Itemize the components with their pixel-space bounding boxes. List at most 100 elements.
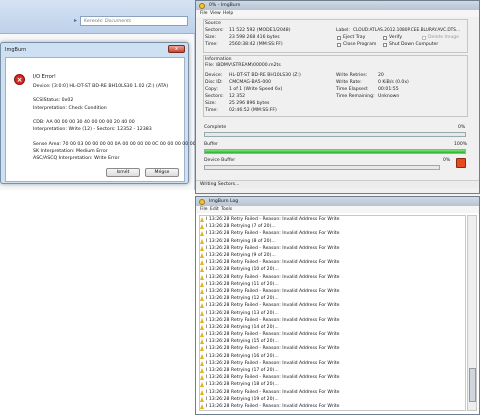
source-time: 2560:38:42 (MM:SS:FF)	[229, 42, 283, 47]
buffer-percent: 100%	[454, 142, 468, 147]
warning-icon	[200, 253, 204, 259]
menu-help[interactable]: Help	[223, 11, 233, 16]
complete-percent: 0%	[458, 125, 466, 130]
dialog-line: Interpretation: Check Condition	[33, 105, 107, 111]
info-copy: 1 of 1 (Write Speed 6x)	[229, 87, 283, 92]
warning-icon	[200, 224, 204, 230]
shutdown-checkbox[interactable]	[383, 43, 387, 47]
log-scroll-thumb[interactable]	[469, 368, 476, 402]
verify-label: Verify	[389, 35, 403, 40]
imgburn-logo-icon	[199, 198, 205, 205]
source-sectors: 11 522 592 (MODE1/2048)	[229, 28, 291, 33]
warning-icon	[200, 375, 204, 381]
write-rate-label: Write Rate:	[336, 80, 362, 85]
log-menu-file[interactable]: File	[200, 207, 208, 212]
delete-image-checkbox[interactable]	[422, 36, 426, 40]
close-button[interactable]: x	[168, 45, 185, 53]
info-size: 25 296 896 bytes	[229, 101, 270, 106]
imgburn-logo-icon	[199, 2, 205, 9]
device-buffer-progress-bar	[204, 165, 440, 170]
warning-icon	[200, 274, 204, 280]
warning-icon	[200, 346, 204, 352]
menu-file[interactable]: File	[200, 11, 208, 16]
log-row-text: I 13:26:28 Retrying (7 of 20)...	[206, 224, 276, 230]
source-sectors-label: Sectors:	[205, 28, 224, 33]
device-buffer-label: Device Buffer	[204, 158, 236, 163]
log-menu-edit[interactable]: Edit	[210, 207, 219, 212]
log-row-text: I 13:26:28 Retrying (15 of 20)...	[206, 339, 279, 345]
dialog-line: Sense Area: 70 00 03 00 00 00 00 0A 00 0…	[33, 141, 196, 147]
log-row: I 13:26:28 Retry Failed - Reason: Invali…	[200, 331, 465, 338]
explorer-toolbar: ▸ Keresés: Documents	[0, 0, 195, 34]
log-row-text: I 13:26:28 Retrying (18 of 20)...	[206, 382, 279, 388]
time-elapsed: 00:01:55	[378, 87, 399, 92]
log-row: I 13:26:28 Retry Failed - Reason: Invali…	[200, 389, 465, 396]
log-row: I 13:26:28 Retrying (8 of 20)...	[200, 238, 465, 245]
log-row-text: I 13:26:28 Retry Failed - Reason: Invali…	[206, 245, 340, 251]
warning-icon	[200, 317, 204, 323]
log-menu-bar: File Edit Tools	[196, 206, 479, 213]
dialog-body: × I/O Error! Device: [3:0:0] HL-DT-ST BD…	[5, 57, 196, 182]
log-title: ImgBurn Log	[209, 199, 239, 204]
info-header: Information	[205, 57, 232, 62]
log-menu-tools[interactable]: Tools	[221, 207, 232, 212]
time-elapsed-label: Time Elapsed:	[336, 87, 369, 92]
buffer-label: Buffer	[204, 142, 218, 147]
complete-label: Complete	[204, 125, 227, 130]
log-row: I 13:26:28 Retrying (18 of 20)...	[200, 381, 465, 388]
error-icon: ×	[14, 74, 25, 85]
log-scrollbar[interactable]	[467, 215, 477, 411]
log-row: I 13:26:28 Retry Failed - Reason: Invali…	[200, 245, 465, 252]
info-discid-label: Disc ID:	[205, 80, 223, 85]
status-text: Writing Sectors...	[200, 182, 240, 187]
info-discid: CMCMAG-BA5-000	[229, 80, 272, 85]
source-label: CLOUD:ATLAS.2012.1080P.CEE.BLURAY.AVC.DT…	[353, 28, 461, 33]
eject-tray-checkbox[interactable]	[337, 36, 341, 40]
log-row-text: I 13:26:28 Retry Failed - Reason: Invali…	[206, 274, 340, 280]
warning-icon	[200, 281, 204, 287]
verify-checkbox[interactable]	[383, 36, 387, 40]
main-titlebar: 0% - ImgBurn	[196, 1, 479, 10]
log-row: I 13:26:28 Retrying (12 of 20)...	[200, 295, 465, 302]
warning-icon	[200, 288, 204, 294]
log-row-text: I 13:26:28 Retrying (8 of 20)...	[206, 238, 276, 244]
device-buffer-percent: 0%	[443, 158, 451, 163]
dialog-title: ImgBurn	[5, 47, 27, 53]
search-input[interactable]: Keresés: Documents	[80, 16, 188, 26]
dialog-line: Interpretation: Write (12) - Sectors: 12…	[33, 127, 152, 133]
retry-button[interactable]: Ismét	[106, 168, 140, 177]
buffer-progress-fill	[205, 150, 465, 153]
log-row: I 13:26:28 Retry Failed - Reason: Invali…	[200, 216, 465, 223]
stop-button[interactable]	[456, 158, 466, 168]
close-program-checkbox[interactable]	[337, 43, 341, 47]
warning-icon	[200, 260, 204, 266]
search-arrow-icon: ▸	[74, 17, 78, 24]
error-heading: I/O Error!	[33, 74, 56, 80]
warning-icon	[200, 238, 204, 244]
warning-icon	[200, 332, 204, 338]
dialog-line: CDB: AA 00 00 00 30 40 00 00 00 20 40 00	[33, 120, 135, 125]
dialog-line: ASC/ASCQ Interpretation: Write Error	[33, 156, 120, 161]
main-title: 0% - ImgBurn	[209, 3, 241, 8]
imgburn-log-window: ImgBurn Log File Edit Tools I 13:26:28 R…	[195, 196, 480, 415]
dialog-line: SK Interpretation: Medium Error	[33, 148, 108, 154]
warning-icon	[200, 339, 204, 345]
log-row: I 13:26:28 Retry Failed - Reason: Invali…	[200, 259, 465, 266]
warning-icon	[200, 231, 204, 237]
log-row: I 13:26:28 Retry Failed - Reason: Invali…	[200, 374, 465, 381]
menu-view[interactable]: View	[210, 11, 221, 16]
info-copy-label: Copy:	[205, 87, 218, 92]
log-row-text: I 13:26:28 Retry Failed - Reason: Invali…	[206, 389, 340, 395]
cancel-button[interactable]: Mégse	[145, 168, 179, 177]
explorer-content-pane	[0, 190, 195, 415]
log-row: I 13:26:28 Retrying (17 of 20)...	[200, 367, 465, 374]
log-row: I 13:26:28 Retrying (7 of 20)...	[200, 223, 465, 230]
log-row: I 13:26:28 Retrying (15 of 20)...	[200, 338, 465, 345]
main-menu-bar: File View Help	[196, 10, 479, 17]
warning-icon	[200, 324, 204, 330]
dialog-line: SCSIStatus: 0x02	[33, 98, 74, 104]
buffer-progress-bar	[204, 149, 466, 154]
log-row-text: I 13:26:28 Retry Failed - Reason: Invali…	[206, 317, 340, 323]
warning-icon	[200, 382, 204, 388]
log-row: I 13:26:28 Retrying (19 of 20)...	[200, 396, 465, 403]
